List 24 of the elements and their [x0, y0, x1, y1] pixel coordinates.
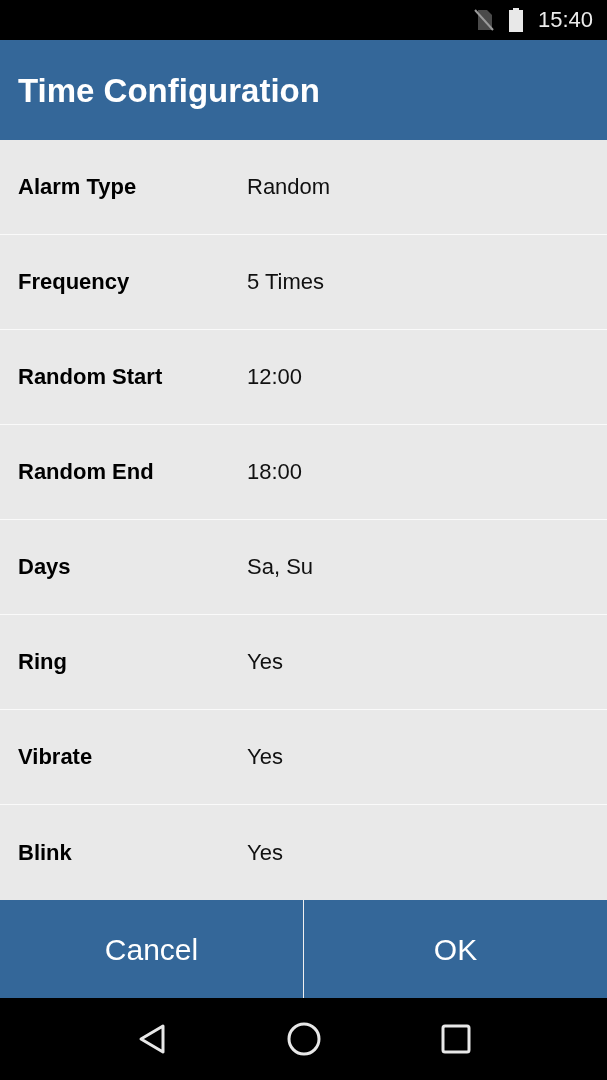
setting-label: Random Start — [18, 366, 164, 388]
setting-value: 5 Times — [247, 271, 325, 293]
setting-value: 18:00 — [247, 461, 303, 483]
setting-label: Blink — [18, 841, 73, 864]
screen-title: Time Configuration — [18, 73, 320, 107]
setting-label: Frequency — [18, 271, 131, 293]
setting-value: Yes — [247, 841, 283, 864]
setting-label: Random End — [18, 461, 155, 483]
setting-label: Days — [18, 556, 72, 578]
home-icon[interactable] — [286, 1022, 321, 1056]
setting-value: Random — [247, 176, 331, 198]
status-time: 15:40 — [537, 9, 593, 31]
cancel-button[interactable]: Cancel — [0, 900, 303, 998]
no-sim-icon — [473, 9, 494, 31]
setting-label: Alarm Type — [18, 176, 138, 198]
setting-value: Yes — [247, 651, 283, 673]
setting-value: Yes — [247, 746, 283, 768]
setting-value: Sa, Su — [247, 556, 314, 578]
setting-value: 12:00 — [247, 366, 303, 388]
battery-icon — [507, 8, 524, 32]
setting-label: Ring — [18, 651, 68, 673]
ok-button[interactable]: OK — [303, 900, 607, 998]
setting-label: Vibrate — [18, 746, 94, 768]
recents-icon[interactable] — [440, 1024, 471, 1054]
